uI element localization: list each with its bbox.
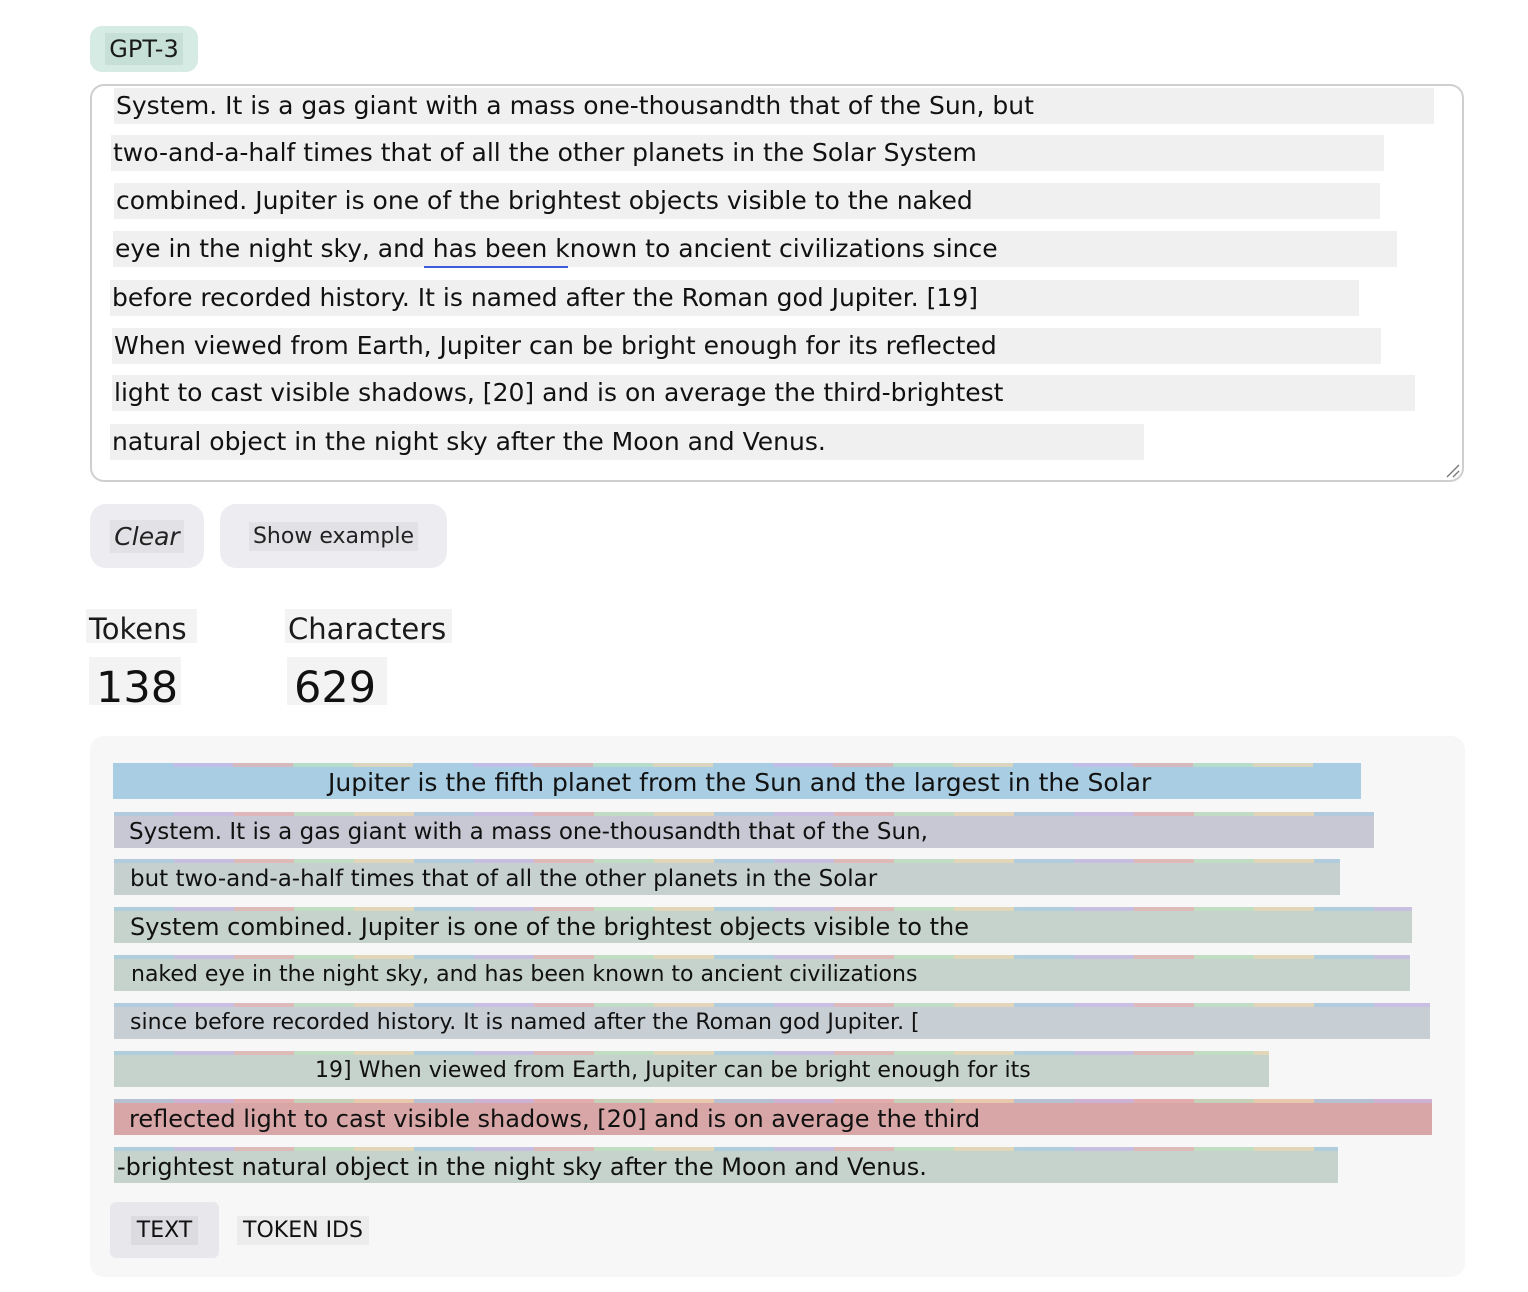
- token-line-text: -brightest natural object in the night s…: [117, 1153, 927, 1181]
- show-example-button-label: Show example: [248, 521, 419, 551]
- show-example-button[interactable]: Show example: [220, 504, 447, 568]
- tab-text-label: TEXT: [130, 1215, 199, 1245]
- tab-text[interactable]: TEXT: [110, 1202, 219, 1258]
- text-input-line: light to cast visible shadows, [20] and …: [112, 375, 1415, 411]
- token-line: 19] When viewed from Earth, Jupiter can …: [114, 1051, 1269, 1087]
- token-line-text: but two-and-a-half times that of all the…: [130, 866, 878, 892]
- resize-handle-icon[interactable]: [1444, 462, 1460, 478]
- token-line: System combined. Jupiter is one of the b…: [114, 907, 1412, 943]
- text-input-line: eye in the night sky, and has been known…: [113, 231, 1397, 267]
- text-input-line: combined. Jupiter is one of the brightes…: [114, 183, 1380, 219]
- tab-token-ids-label: TOKEN IDS: [237, 1215, 369, 1245]
- text-input[interactable]: System. It is a gas giant with a mass on…: [90, 84, 1464, 482]
- token-line: System. It is a gas giant with a mass on…: [114, 812, 1374, 848]
- token-line-text: Jupiter is the fifth planet from the Sun…: [328, 768, 1152, 797]
- characters-label: Characters: [285, 609, 452, 646]
- model-chip[interactable]: GPT-3: [90, 26, 198, 72]
- token-line: since before recorded history. It is nam…: [114, 1003, 1430, 1039]
- tokenized-output-panel: Jupiter is the fifth planet from the Sun…: [90, 736, 1465, 1277]
- token-line-text: reflected light to cast visible shadows,…: [129, 1105, 981, 1133]
- token-line: Jupiter is the fifth planet from the Sun…: [113, 763, 1361, 799]
- model-chip-label: GPT-3: [105, 33, 183, 65]
- token-line-text: 19] When viewed from Earth, Jupiter can …: [315, 1058, 1031, 1083]
- tokens-label: Tokens: [86, 609, 197, 646]
- token-line: but two-and-a-half times that of all the…: [114, 859, 1340, 895]
- text-input-line: When viewed from Earth, Jupiter can be b…: [112, 328, 1381, 364]
- text-input-line: before recorded history. It is named aft…: [110, 280, 1359, 316]
- clear-button[interactable]: Clear: [90, 504, 204, 568]
- token-line: -brightest natural object in the night s…: [114, 1147, 1338, 1183]
- clear-button-label: Clear: [110, 519, 184, 553]
- text-input-line: natural object in the night sky after th…: [110, 424, 1144, 460]
- token-line: naked eye in the night sky, and has been…: [114, 955, 1410, 991]
- token-line-text: System combined. Jupiter is one of the b…: [130, 913, 969, 941]
- characters-count: 629: [287, 657, 387, 713]
- text-input-line: System. It is a gas giant with a mass on…: [114, 88, 1434, 124]
- token-line-text: System. It is a gas giant with a mass on…: [129, 819, 928, 845]
- text-input-line: two-and-a-half times that of all the oth…: [111, 135, 1384, 171]
- token-line-text: since before recorded history. It is nam…: [130, 1010, 920, 1035]
- tokenizer-page: GPT-3 System. It is a gas giant with a m…: [0, 0, 1528, 1292]
- token-line: reflected light to cast visible shadows,…: [114, 1099, 1432, 1135]
- spellcheck-underline: [424, 266, 568, 268]
- tokens-count: 138: [89, 657, 181, 713]
- token-line-text: naked eye in the night sky, and has been…: [131, 962, 918, 987]
- tab-token-ids[interactable]: TOKEN IDS: [236, 1202, 370, 1258]
